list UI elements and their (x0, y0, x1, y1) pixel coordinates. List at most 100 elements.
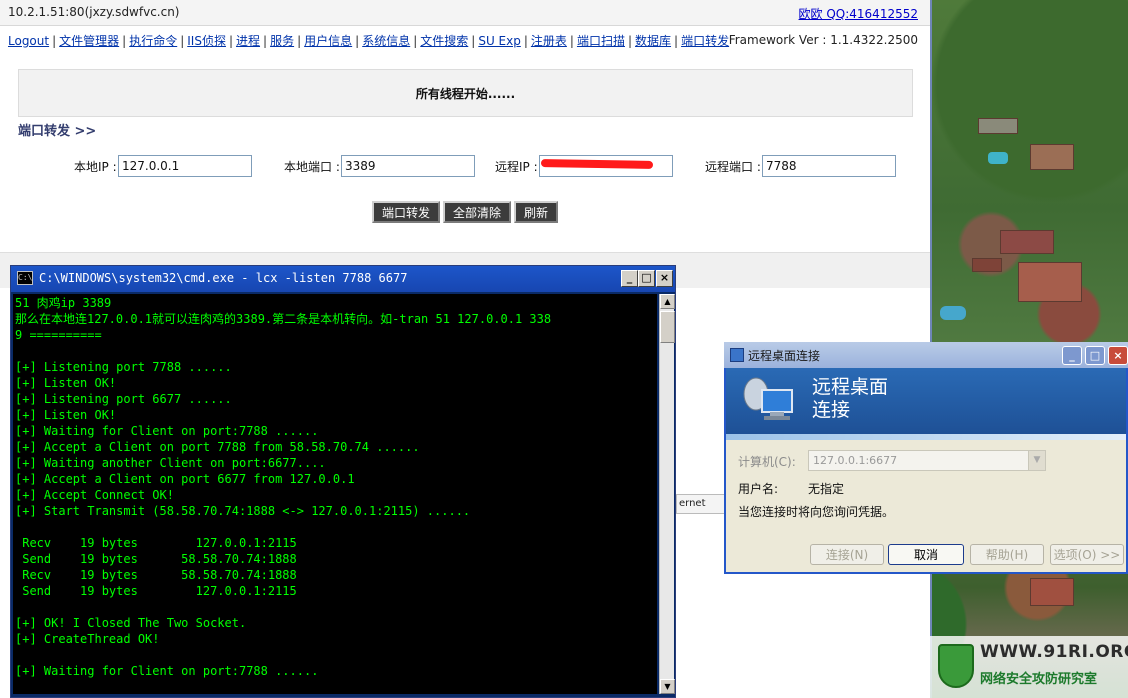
console-line: [+] CreateThread OK! (15, 632, 160, 646)
nav-separator: | (674, 34, 679, 48)
console-line: Send 19 bytes 58.58.70.74:1888 (15, 552, 297, 566)
nav-user-info[interactable]: 用户信息 (304, 34, 352, 48)
rdp-heading: 远程桌面 连接 (812, 376, 888, 422)
maximize-icon[interactable]: □ (1085, 346, 1105, 365)
nav-separator: | (122, 34, 127, 48)
computer-select[interactable]: 127.0.0.1:6677 ▼ (808, 450, 1046, 471)
nav-port-scan[interactable]: 端口扫描 (577, 34, 625, 48)
nav-separator: | (228, 34, 234, 48)
console-line: [+] Listen OK! (15, 376, 117, 390)
console-line: [+] Listening port 7788 ...... (15, 360, 232, 374)
nav-file-search[interactable]: 文件搜索 (420, 34, 468, 48)
username-value: 无指定 (808, 482, 845, 496)
nav-process[interactable]: 进程 (236, 34, 260, 48)
address-bar: 10.2.1.51:80(jxzy.sdwfvc.cn) 欧欧 QQ:41641… (0, 0, 930, 26)
scroll-thumb[interactable] (660, 311, 675, 343)
status-notice: 所有线程开始...... (18, 69, 913, 117)
close-icon[interactable]: × (656, 270, 673, 287)
nav-logout[interactable]: Logout (8, 34, 49, 48)
nav-separator: | (263, 34, 268, 48)
vertical-scrollbar[interactable]: ▲ ▼ (659, 294, 675, 694)
credentials-hint: 当您连接时将向您询问凭据。 (738, 505, 895, 519)
clear-all-button[interactable]: 全部清除 (443, 201, 511, 223)
cmd-titlebar[interactable]: C:\ C:\WINDOWS\system32\cmd.exe - lcx -l… (11, 266, 675, 292)
rdp-app-icon (730, 348, 744, 362)
console-line: [+] Listening port 6677 ...... (15, 392, 232, 406)
console-line: [+] OK! I Closed The Two Socket. (15, 616, 247, 630)
remote-desktop-icon (743, 377, 793, 420)
nav-separator: | (627, 34, 633, 48)
wallpaper-house (1030, 144, 1074, 170)
host-address: 10.2.1.51:80(jxzy.sdwfvc.cn) (8, 5, 180, 19)
nav-file-manager[interactable]: 文件管理器 (59, 34, 119, 48)
background-window-fragment: ernet (676, 494, 726, 514)
computer-label: 计算机(C): (738, 455, 796, 469)
nav-registry[interactable]: 注册表 (531, 34, 567, 48)
username-label: 用户名: (738, 482, 779, 496)
framework-version: Framework Ver : 1.1.4322.2500 (728, 33, 918, 47)
rdp-heading-line1: 远程桌面 (812, 376, 889, 398)
nav-system-info[interactable]: 系统信息 (362, 34, 410, 48)
wallpaper-house (1018, 262, 1082, 302)
nav-exec-command[interactable]: 执行命令 (129, 34, 177, 48)
site-watermark: WWW.91RI.ORG 网络安全攻防研究室 (930, 636, 1128, 698)
scroll-down-icon[interactable]: ▼ (660, 679, 675, 694)
minimize-icon[interactable]: _ (1062, 346, 1082, 365)
chevron-down-icon[interactable]: ▼ (1028, 451, 1045, 470)
local-ip-input[interactable] (118, 155, 252, 177)
options-button[interactable]: 选项(O) >> (1050, 544, 1124, 565)
maximize-icon[interactable]: □ (638, 270, 655, 287)
rdp-title: 远程桌面连接 (748, 349, 821, 363)
connect-button[interactable]: 连接(N) (810, 544, 884, 565)
nav-separator: | (569, 34, 574, 48)
local-port-label: 本地端口 : (284, 160, 340, 174)
computer-value: 127.0.0.1:6677 (813, 454, 898, 467)
section-title: 端口转发 >> (18, 124, 97, 139)
scroll-up-icon[interactable]: ▲ (660, 294, 675, 309)
nav-su-exp[interactable]: SU Exp (478, 34, 521, 48)
minimize-icon[interactable]: _ (621, 270, 638, 287)
console-output[interactable]: 51 肉鸡ip 3389 那么在本地连127.0.0.1就可以连肉鸡的3389.第… (13, 294, 657, 694)
cmd-app-icon: C:\ (17, 271, 33, 285)
console-line: [+] Waiting another Client on port:6677.… (15, 456, 326, 470)
console-line: [+] Accept a Client on port 7788 from 58… (15, 440, 420, 454)
nav-separator: | (355, 34, 360, 48)
rdp-titlebar[interactable]: 远程桌面连接 _ □ × (724, 342, 1128, 368)
nav-port-forward[interactable]: 端口转发 (681, 34, 729, 48)
console-line: 51 肉鸡ip 3389 (15, 296, 112, 310)
nav-services[interactable]: 服务 (270, 34, 294, 48)
local-ip-label: 本地IP : (74, 160, 117, 174)
nav-iis-probe[interactable]: IIS侦探 (187, 34, 226, 48)
console-line: 9 ========== (15, 328, 102, 342)
help-button[interactable]: 帮助(H) (970, 544, 1044, 565)
console-line: [+] Start Transmit (58.58.70.74:1888 <->… (15, 504, 471, 518)
console-line: 那么在本地连127.0.0.1就可以连肉鸡的3389.第二条是本机转向。如-tr… (15, 312, 552, 326)
remote-ip-label: 远程IP : (495, 160, 538, 174)
remote-desktop-dialog[interactable]: 远程桌面连接 _ □ × 远程桌面 连接 计算机(C): 127.0.0.1:6… (724, 342, 1128, 574)
watermark-site: WWW.91RI.ORG (980, 642, 1128, 662)
console-line: [+] Waiting for Client on port:7788 ....… (15, 664, 319, 678)
wallpaper-house (1030, 578, 1074, 606)
cmd-window[interactable]: C:\ C:\WINDOWS\system32\cmd.exe - lcx -l… (10, 265, 676, 698)
port-forward-button[interactable]: 端口转发 (372, 201, 440, 223)
qq-contact-link[interactable]: 欧欧 QQ:416412552 (799, 5, 918, 22)
nav-database[interactable]: 数据库 (635, 34, 671, 48)
remote-port-input[interactable] (762, 155, 896, 177)
rdp-heading-line2: 连接 (812, 399, 851, 421)
nav-separator: | (471, 34, 476, 48)
watermark-subtitle: 网络安全攻防研究室 (980, 672, 1098, 687)
wallpaper-house (978, 118, 1018, 134)
banner-stripe (726, 434, 1126, 440)
cancel-button[interactable]: 取消 (888, 544, 964, 565)
nav-separator: | (523, 34, 528, 48)
cmd-title: C:\WINDOWS\system32\cmd.exe - lcx -liste… (39, 271, 408, 285)
wallpaper-pool (940, 306, 966, 320)
nav-separator: | (297, 34, 302, 48)
refresh-button[interactable]: 刷新 (514, 201, 558, 223)
nav-separator: | (413, 34, 418, 48)
close-icon[interactable]: × (1108, 346, 1128, 365)
local-port-input[interactable] (341, 155, 475, 177)
